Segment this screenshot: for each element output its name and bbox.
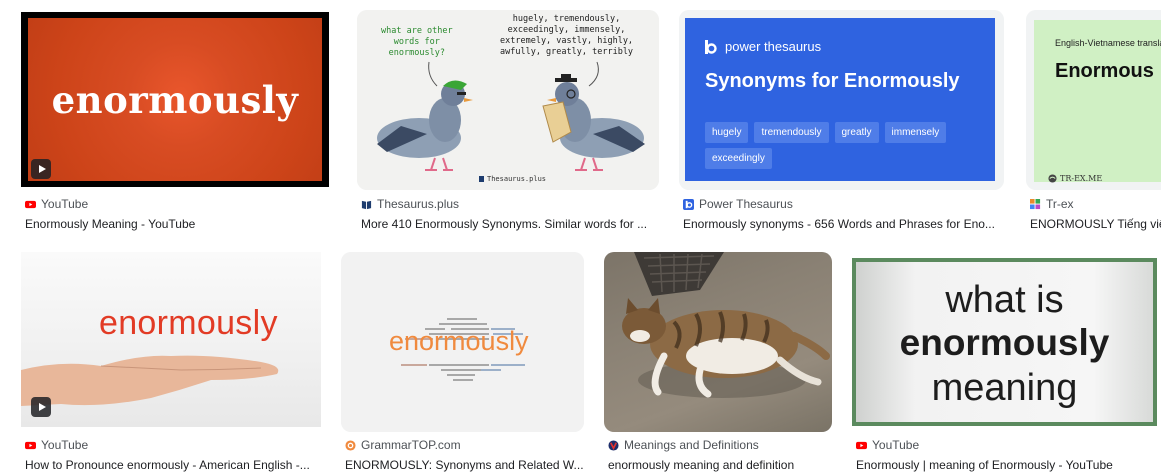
play-icon <box>31 397 51 417</box>
result-source: Meanings and Definitions <box>608 438 759 452</box>
source-name: Tr-ex <box>1046 197 1074 211</box>
pt-tag: greatly <box>834 122 879 143</box>
result-card-thesaurus-plus[interactable]: what are other words for enormously? hug… <box>357 10 659 234</box>
trex-logo: TR-EX.ME <box>1048 174 1102 183</box>
result-title[interactable]: Enormously Meaning - YouTube <box>25 217 325 231</box>
result-source: YouTube <box>25 197 88 211</box>
source-name: YouTube <box>41 438 89 452</box>
pt-tag: hugely <box>705 122 749 143</box>
grammartop-icon <box>345 439 356 451</box>
trex-word: Enormous <box>1055 60 1154 82</box>
result-source: Tr-ex <box>1030 197 1074 211</box>
result-source: Thesaurus.plus <box>361 197 459 211</box>
result-thumbnail[interactable]: enormously <box>21 12 329 187</box>
result-card-meanings[interactable]: Meanings and Definitions enormously mean… <box>604 252 832 474</box>
result-title[interactable]: Enormously synonyms - 656 Words and Phra… <box>683 217 1003 231</box>
result-card-youtube-1[interactable]: enormously YouTube Enormously Meaning - … <box>21 12 331 234</box>
result-source: YouTube <box>25 438 88 452</box>
pigeons-illustration <box>377 61 645 171</box>
result-title[interactable]: More 410 Enormously Synonyms. Similar wo… <box>361 217 659 231</box>
pt-tag: exceedingly <box>705 148 772 169</box>
power-thesaurus-icon <box>705 39 717 54</box>
pt-tag: tremendously <box>754 122 829 143</box>
result-thumbnail[interactable] <box>604 252 832 432</box>
result-title[interactable]: ENORMOUSLY: Synonyms and Related W... <box>345 458 584 472</box>
source-name: Power Thesaurus <box>699 197 793 211</box>
book-icon <box>361 200 372 209</box>
book-icon <box>479 176 484 182</box>
thumbnail-text: enormously <box>99 304 278 342</box>
thumbnail-line-3: meaning <box>931 367 1078 409</box>
tr-ex-icon <box>1030 198 1041 209</box>
source-name: GrammarTOP.com <box>361 438 461 452</box>
result-card-power-thesaurus[interactable]: power thesaurus Synonyms for Enormously … <box>679 10 1004 234</box>
meanings-icon <box>608 439 619 451</box>
trex-caption: English-Vietnamese translat <box>1055 38 1161 48</box>
result-thumbnail[interactable]: enormously <box>21 252 321 427</box>
source-name: Thesaurus.plus <box>377 197 460 211</box>
thumbnail-line-2: enormously <box>899 322 1110 363</box>
source-name: Meanings and Definitions <box>624 438 759 452</box>
result-thumbnail[interactable]: what is enormously meaning <box>852 258 1157 426</box>
result-source: Power Thesaurus <box>683 197 793 211</box>
result-thumbnail[interactable]: enormously <box>341 252 584 432</box>
image-results-grid: enormously YouTube Enormously Meaning - … <box>0 0 1161 474</box>
result-source: YouTube <box>856 438 919 452</box>
power-thesaurus-icon <box>683 198 694 210</box>
thesaurus-watermark: Thesaurus.plus <box>479 175 546 183</box>
tr-ex-logo-icon <box>1048 174 1057 183</box>
pt-heading: Synonyms for Enormously <box>705 70 960 92</box>
result-title[interactable]: Enormously | meaning of Enormously - You… <box>856 458 1156 472</box>
power-thesaurus-logo: power thesaurus <box>705 39 821 54</box>
result-thumbnail[interactable]: English-Vietnamese translat Enormous TR-… <box>1026 10 1161 190</box>
source-name: YouTube <box>41 197 89 211</box>
result-card-grammartop[interactable]: enormously GrammarTOP.com ENORMOUSLY: Sy… <box>341 252 584 474</box>
result-title[interactable]: enormously meaning and definition <box>608 458 832 472</box>
hand-illustration <box>21 355 279 406</box>
thumbnail-text: enormously <box>389 326 529 356</box>
pt-tag: immensely <box>884 122 947 143</box>
result-title[interactable]: How to Pronounce enormously - American E… <box>25 458 321 472</box>
play-icon <box>31 159 51 179</box>
result-thumbnail[interactable]: what are other words for enormously? hug… <box>357 10 659 190</box>
pt-tag-list: hugely tremendously greatly immensely ex… <box>705 122 985 169</box>
youtube-icon <box>25 441 36 449</box>
result-card-tr-ex[interactable]: English-Vietnamese translat Enormous TR-… <box>1026 10 1161 234</box>
result-thumbnail[interactable]: power thesaurus Synonyms for Enormously … <box>679 10 1004 190</box>
result-title[interactable]: ENORMOUSLY Tiếng việ <box>1030 217 1161 231</box>
youtube-icon <box>25 200 36 208</box>
source-name: YouTube <box>872 438 920 452</box>
result-card-youtube-3[interactable]: what is enormously meaning YouTube Enorm… <box>852 258 1157 474</box>
result-card-youtube-2[interactable]: enormously YouTube How to Pronounce enor… <box>21 252 322 474</box>
cat-photo <box>622 252 830 398</box>
result-source: GrammarTOP.com <box>345 438 461 452</box>
thumbnail-text: enormously <box>51 77 299 122</box>
youtube-icon <box>856 441 867 449</box>
thumbnail-line-1: what is <box>945 279 1064 321</box>
